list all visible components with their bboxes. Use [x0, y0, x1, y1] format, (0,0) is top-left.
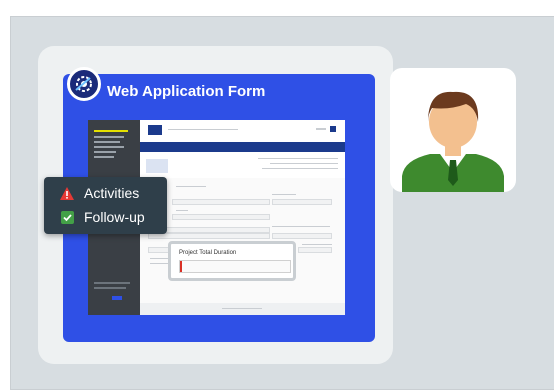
- screenshot-sidebar-item: [94, 287, 126, 289]
- screenshot-subheader-line: [270, 163, 338, 164]
- screenshot-sidebar-item: [94, 156, 114, 158]
- menu-item-label: Activities: [84, 185, 140, 201]
- screenshot-label-line: [176, 210, 188, 211]
- screenshot-sidebar-item: [94, 136, 124, 138]
- warning-icon: [60, 186, 74, 200]
- screenshot-nav-bar: [140, 142, 345, 152]
- user-avatar-icon: [402, 91, 504, 192]
- activities-menu: Activities Follow-up: [44, 177, 167, 234]
- screenshot-footer: [140, 303, 345, 315]
- screenshot-header: [140, 120, 345, 143]
- screenshot-header-icon: [330, 126, 336, 132]
- screenshot-sidebar-item: [94, 146, 124, 148]
- screenshot-sidebar-item: [94, 282, 130, 284]
- screenshot-sidebar-item: [94, 151, 116, 153]
- screenshot-label-line: [176, 186, 206, 187]
- screenshot-label-line: [150, 258, 170, 259]
- screenshot-sidebar-item: [94, 130, 128, 132]
- screenshot-label-line: [302, 244, 332, 245]
- menu-item-follow-up[interactable]: Follow-up: [60, 209, 145, 225]
- screenshot-input-field: [172, 214, 270, 220]
- screenshot-subheader-line: [262, 168, 338, 169]
- menu-item-label: Follow-up: [84, 209, 145, 225]
- screenshot-eu-flag-icon: [148, 125, 162, 135]
- screenshot-subheader: [140, 152, 345, 179]
- screenshot-input-field: [272, 233, 332, 239]
- screenshot-input-field: [298, 247, 332, 253]
- screenshot-label-line: [150, 263, 168, 264]
- screenshot-footer-line: [222, 308, 262, 309]
- project-duration-input[interactable]: [179, 260, 291, 273]
- screenshot-header-line: [168, 129, 238, 130]
- checkbox-icon: [60, 210, 74, 224]
- application-gear-icon: [67, 67, 101, 101]
- screenshot-input-field: [172, 199, 270, 205]
- screenshot-sidebar-item: [94, 141, 120, 143]
- screenshot-sidebar-button: [112, 296, 122, 300]
- screenshot-label-line: [272, 194, 296, 195]
- page-title: Web Application Form: [107, 83, 266, 100]
- project-duration-popup: Project Total Duration: [168, 241, 296, 281]
- screenshot-input-field: [148, 233, 270, 239]
- screenshot-banner-image: [146, 159, 168, 173]
- user-avatar-card: [390, 68, 516, 192]
- error-indicator: [180, 261, 182, 272]
- screenshot-header-line: [316, 128, 326, 130]
- menu-item-activities[interactable]: Activities: [60, 185, 139, 201]
- screenshot-input-field: [272, 199, 332, 205]
- screenshot-label-line: [272, 226, 330, 227]
- project-duration-label: Project Total Duration: [179, 250, 237, 256]
- screenshot-subheader-line: [258, 158, 338, 159]
